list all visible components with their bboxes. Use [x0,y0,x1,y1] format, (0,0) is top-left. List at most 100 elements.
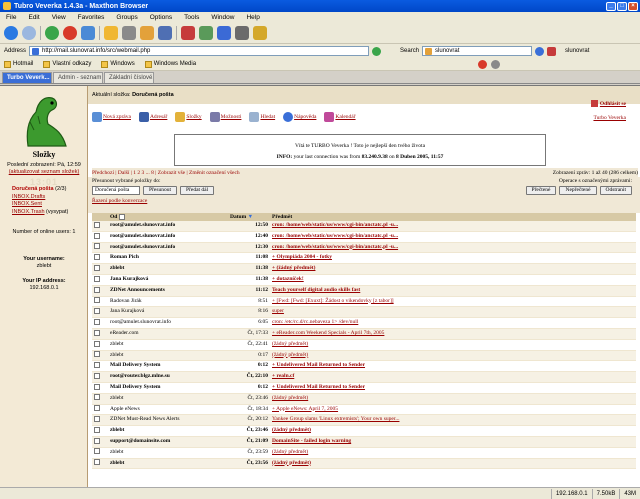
row-subject[interactable]: + Olympiáda 2004 - fotky [270,252,636,265]
address-input[interactable]: http://mail.slunovrat.info/src/webmail.p… [29,46,370,56]
refresh-icon[interactable] [45,26,59,40]
row-subject[interactable]: cron: /home/web/static/us/www/cgi-bin/an… [270,221,636,232]
row-checkbox-cell[interactable] [92,414,108,427]
row-checkbox[interactable] [94,232,100,239]
sort-icon[interactable] [118,213,125,220]
table-row[interactable]: Jana Kurajková 11:38 + dotazníček! [92,274,636,286]
row-subject[interactable]: cron: /home/web/static/us/www/cgi-bin/an… [270,242,636,254]
table-row[interactable]: zblebt Čt, 23:59 (žádný předmět) [92,447,636,459]
tab-admin[interactable]: Admin - seznam (6... [53,72,103,83]
row-checkbox[interactable] [94,254,100,261]
row-checkbox[interactable] [94,362,100,369]
link-windows[interactable]: Windows [101,60,135,68]
row-checkbox[interactable] [94,426,100,433]
row-checkbox[interactable] [94,243,100,250]
go-icon[interactable] [372,46,382,56]
link-hotmail[interactable]: Hotmail [4,60,33,68]
table-row[interactable]: Roman Pich 11:08 + Olympiáda 2004 - fotky [92,252,636,265]
print-icon[interactable] [158,26,172,40]
row-checkbox-cell[interactable] [92,393,108,405]
row-subject[interactable]: cron: /etc/rc.d/rc.nebaveza 1> /dev/null [270,317,636,329]
row-checkbox-cell[interactable] [92,447,108,459]
menu-favorites[interactable]: Favorites [76,14,107,21]
tab-zakladni[interactable]: Základní číslové... [104,72,154,83]
mark-read-button[interactable]: Přečtené [525,186,557,195]
logout-link[interactable]: Odhlásit se [590,100,626,107]
menu-edit[interactable]: Edit [26,14,41,21]
row-checkbox[interactable] [94,264,100,271]
row-checkbox-cell[interactable] [92,436,108,448]
maximize-button[interactable]: □ [617,1,627,11]
row-subject[interactable]: Yankee Group slams 'Linux extremists'; Y… [270,414,636,427]
search-go-icon[interactable] [535,46,545,56]
row-checkbox-cell[interactable] [92,371,108,383]
row-subject[interactable]: + (žádný předmět) [270,263,636,275]
close-button[interactable]: × [628,1,638,11]
menu-window[interactable]: Window [209,14,236,21]
menu-tools[interactable]: Tools [182,14,201,21]
menu-options[interactable]: Options [148,14,174,21]
search-side-value[interactable]: slunovrat [565,48,589,54]
table-row[interactable]: root@router.blgz.mlne.su Čt, 22:10 + realn… [92,371,636,383]
row-checkbox-cell[interactable] [92,252,108,265]
table-row[interactable]: support@domainsite.com Čt, 21:09 DomainSit… [92,436,636,448]
row-checkbox-cell[interactable] [92,231,108,243]
select-all-header[interactable] [92,213,108,221]
table-row[interactable]: zblebt Čt, 23:46 (žádný předmět) [92,425,636,437]
groups-icon[interactable] [140,26,154,40]
row-checkbox-cell[interactable] [92,382,108,394]
folder-drafts[interactable]: INBOX.Drafts [12,194,68,202]
row-checkbox[interactable] [94,286,100,293]
table-row[interactable]: zblebt 11:38 + (žádný předmět) [92,263,636,275]
table-row[interactable]: eReader.com Čt, 17:33 + eReader.com Weeken… [92,328,636,340]
forward-icon[interactable] [22,26,36,40]
row-checkbox-cell[interactable] [92,458,108,470]
row-checkbox[interactable] [94,437,100,444]
table-row[interactable]: Jana Kurajková 8:16 super [92,306,636,319]
forward-button[interactable]: Předat dál [180,186,215,195]
table-row[interactable]: root@amulet.slunovrat.info 12:40 cron: /ho… [92,231,636,243]
row-checkbox-cell[interactable] [92,317,108,329]
row-subject[interactable]: cron: /home/web/static/us/www/cgi-bin/an… [270,231,636,243]
row-checkbox-cell[interactable] [92,350,108,362]
row-subject[interactable]: (žádný předmět) [270,339,636,351]
table-row[interactable]: Apple eNews Čt, 18:34 + Apple eNews: April… [92,404,636,416]
row-subject[interactable]: + eReader.com Weekend Specials - April 7… [270,328,636,340]
row-checkbox-cell[interactable] [92,360,108,373]
delete-button[interactable]: Odstranit [599,186,632,195]
row-subject[interactable]: + Apple eNews: April 7, 2005 [270,404,636,416]
row-checkbox-cell[interactable] [92,425,108,437]
table-row[interactable]: zblebt Čt, 23:46 (žádný předmět) [92,393,636,405]
col-subject[interactable]: Předmět [270,213,636,221]
refresh-folders-link[interactable]: (aktualizovat seznam složek) [0,169,88,175]
row-checkbox[interactable] [94,405,100,412]
row-subject[interactable]: + realn.cf [270,371,636,383]
folder-trash[interactable]: INBOX.Trash (vysypat) [12,209,68,217]
row-checkbox[interactable] [94,308,100,315]
move-folder-select[interactable]: Doručená pošta [92,186,140,195]
tab-turbo-veverka[interactable]: Turbo Veverk... [2,72,52,83]
row-checkbox-cell[interactable] [92,263,108,275]
row-subject[interactable]: (žádný předmět) [270,458,636,470]
link-custom[interactable]: Vlastní odkazy [43,60,91,68]
row-checkbox[interactable] [94,372,100,379]
thread-sort-link[interactable]: Řazení podle konverzace [92,198,147,204]
row-subject[interactable]: (žádný předmět) [270,393,636,405]
row-checkbox[interactable] [94,275,100,282]
favorites-icon[interactable] [104,26,118,40]
row-checkbox[interactable] [94,383,100,390]
nav-search[interactable]: Hledat [249,112,275,122]
nav-compose[interactable]: Nová zpráva [92,112,131,122]
row-subject[interactable]: (žádný předmět) [270,350,636,362]
row-checkbox[interactable] [94,416,100,423]
row-checkbox-cell[interactable] [92,285,108,297]
row-subject[interactable]: (žádný předmět) [270,447,636,459]
link-windows-media[interactable]: Windows Media [144,60,196,68]
menu-file[interactable]: File [4,14,18,21]
row-checkbox[interactable] [94,394,100,401]
table-row[interactable]: root@amulet.slunovrat.info 12:30 cron: /ho… [92,242,636,254]
sort-arrow-icon[interactable]: ▼ [248,214,253,220]
screen-icon[interactable] [235,26,249,40]
settings-icon[interactable] [217,26,231,40]
table-row[interactable]: root@amulet.slunovrat.info 6:05 cron: /etc… [92,317,636,329]
